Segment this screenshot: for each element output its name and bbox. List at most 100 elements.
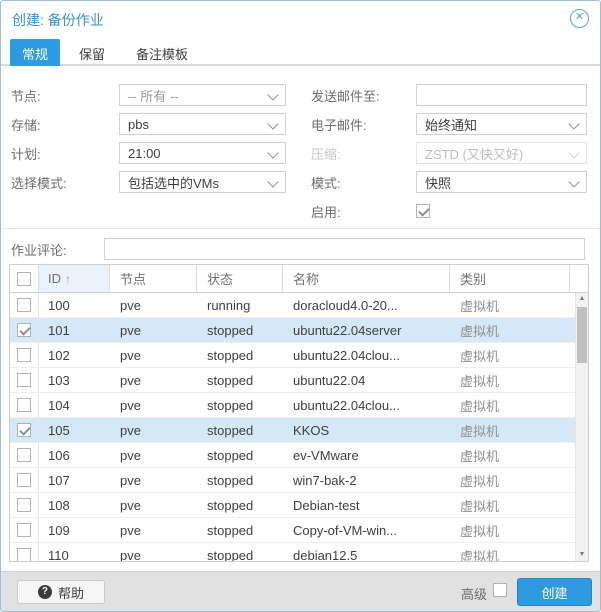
column-header-类别[interactable]: 类别 [450, 265, 570, 292]
scrollbar-thumb[interactable] [577, 307, 587, 363]
vm-table: ID↑ 节点 状态名称 类别 100pverunningdoracloud4.0-20… [9, 264, 589, 562]
chevron-down-icon [568, 147, 579, 158]
column-header-label: 节点 [120, 269, 146, 288]
vm-id-cell: 102 [39, 343, 110, 367]
row-checkbox[interactable] [17, 448, 31, 462]
compression-select-label: 压缩: [311, 144, 416, 163]
vm-status-cell: stopped [197, 418, 283, 442]
vm-node-cell: pve [110, 418, 197, 442]
vm-name-cell: ubuntu22.04server [283, 318, 450, 342]
storage-select-row: 存储:pbs [11, 113, 286, 135]
scroll-up-icon[interactable]: ▲ [576, 293, 588, 305]
row-checkbox[interactable] [17, 473, 31, 487]
dialog-footer: ? 帮助 高级 创建 [1, 571, 600, 611]
vm-table-header: ID↑ 节点 状态名称 类别 [10, 265, 588, 293]
header-filler [570, 265, 588, 292]
job-comment-input[interactable] [113, 239, 576, 259]
vm-type-cell: 虚拟机 [450, 318, 570, 342]
vm-status-cell: stopped [197, 543, 283, 561]
vm-type-cell: 虚拟机 [450, 293, 570, 317]
row-checkbox[interactable] [17, 548, 31, 561]
vm-type-cell: 虚拟机 [450, 368, 570, 392]
chevron-down-icon [267, 89, 278, 100]
vm-row-102[interactable]: 102pvestoppedubuntu22.04clou...虚拟机 [10, 343, 575, 368]
tab-note-template[interactable]: 备注模板 [124, 39, 200, 66]
vm-name-cell: ev-VMware [283, 443, 450, 467]
send-email-to-input[interactable] [425, 85, 578, 105]
row-checkbox[interactable] [17, 523, 31, 537]
row-checkbox[interactable] [17, 348, 31, 362]
column-header-label: 名称 [293, 269, 319, 288]
form-divider [1, 228, 600, 229]
row-checkbox-cell [10, 468, 39, 492]
column-header-ID[interactable]: ID↑ [39, 265, 110, 292]
select-all-checkbox[interactable] [17, 272, 31, 286]
vm-row-109[interactable]: 109pvestoppedCopy-of-VM-win...虚拟机 [10, 518, 575, 543]
schedule-select-value: 21:00 [128, 146, 161, 161]
row-checkbox[interactable] [17, 398, 31, 412]
advanced-checkbox[interactable] [493, 583, 507, 597]
vm-id-cell: 104 [39, 393, 110, 417]
storage-select[interactable]: pbs [119, 113, 286, 135]
vm-row-103[interactable]: 103pvestoppedubuntu22.04虚拟机 [10, 368, 575, 393]
row-checkbox-cell [10, 318, 39, 342]
help-button-label: 帮助 [58, 583, 84, 602]
mode-select[interactable]: 快照 [416, 171, 587, 193]
vm-type-cell: 虚拟机 [450, 418, 570, 442]
vm-node-cell: pve [110, 368, 197, 392]
selection-mode-select-label: 选择模式: [11, 173, 119, 192]
vm-row-100[interactable]: 100pverunningdoracloud4.0-20...虚拟机 [10, 293, 575, 318]
tab-retention[interactable]: 保留 [67, 39, 117, 66]
vm-id-cell: 108 [39, 493, 110, 517]
column-header-节点[interactable]: 节点 [110, 265, 197, 292]
row-checkbox[interactable] [17, 373, 31, 387]
column-header-名称[interactable]: 名称 [283, 265, 450, 292]
mode-select-value: 快照 [425, 173, 451, 192]
schedule-select-label: 计划: [11, 144, 119, 163]
enable-checkbox[interactable] [416, 204, 430, 218]
vm-row-101[interactable]: 101pvestoppedubuntu22.04server虚拟机 [10, 318, 575, 343]
vm-node-cell: pve [110, 343, 197, 367]
vm-node-cell: pve [110, 518, 197, 542]
compression-select-value: ZSTD (又快又好) [425, 144, 523, 163]
vm-row-110[interactable]: 110pvestoppeddebian12.5虚拟机 [10, 543, 575, 561]
mode-select-label: 模式: [311, 173, 416, 192]
storage-select-label: 存储: [11, 115, 119, 134]
vm-node-cell: pve [110, 293, 197, 317]
row-checkbox-cell [10, 418, 39, 442]
row-checkbox[interactable] [17, 423, 31, 437]
node-select[interactable]: -- 所有 -- [119, 84, 286, 106]
vm-row-104[interactable]: 104pvestoppedubuntu22.04clou...虚拟机 [10, 393, 575, 418]
sort-asc-icon: ↑ [65, 272, 71, 286]
chevron-down-icon [267, 118, 278, 129]
send-email-to-input-field [416, 84, 587, 106]
tab-general[interactable]: 常规 [10, 39, 60, 66]
vm-type-cell: 虚拟机 [450, 393, 570, 417]
vm-node-cell: pve [110, 318, 197, 342]
row-checkbox[interactable] [17, 298, 31, 312]
row-checkbox-cell [10, 368, 39, 392]
enable-checkbox-row: 启用: [311, 200, 587, 222]
row-checkbox[interactable] [17, 498, 31, 512]
schedule-select[interactable]: 21:00 [119, 142, 286, 164]
selection-mode-select[interactable]: 包括选中的VMs [119, 171, 286, 193]
tab-bar: 常规保留备注模板 [1, 39, 600, 66]
vm-name-cell: debian12.5 [283, 543, 450, 561]
scroll-down-icon[interactable]: ▼ [576, 549, 588, 561]
help-button[interactable]: ? 帮助 [17, 580, 105, 604]
column-header-状态[interactable]: 状态 [197, 265, 283, 292]
row-checkbox-cell [10, 443, 39, 467]
close-icon[interactable]: ✕ [570, 9, 589, 28]
vm-id-cell: 100 [39, 293, 110, 317]
row-checkbox[interactable] [17, 323, 31, 337]
vm-name-cell: Debian-test [283, 493, 450, 517]
vm-row-106[interactable]: 106pvestoppedev-VMware虚拟机 [10, 443, 575, 468]
selection-mode-select-row: 选择模式:包括选中的VMs [11, 171, 286, 193]
vertical-scrollbar[interactable]: ▲ ▼ [575, 293, 588, 561]
compression-select-row: 压缩: ZSTD (又快又好) [311, 142, 587, 164]
vm-row-105[interactable]: 105pvestoppedKKOS虚拟机 [10, 418, 575, 443]
vm-row-107[interactable]: 107pvestoppedwin7-bak-2虚拟机 [10, 468, 575, 493]
email-notification-select[interactable]: 始终通知 [416, 113, 587, 135]
create-button[interactable]: 创建 [517, 578, 592, 606]
vm-row-108[interactable]: 108pvestoppedDebian-test虚拟机 [10, 493, 575, 518]
